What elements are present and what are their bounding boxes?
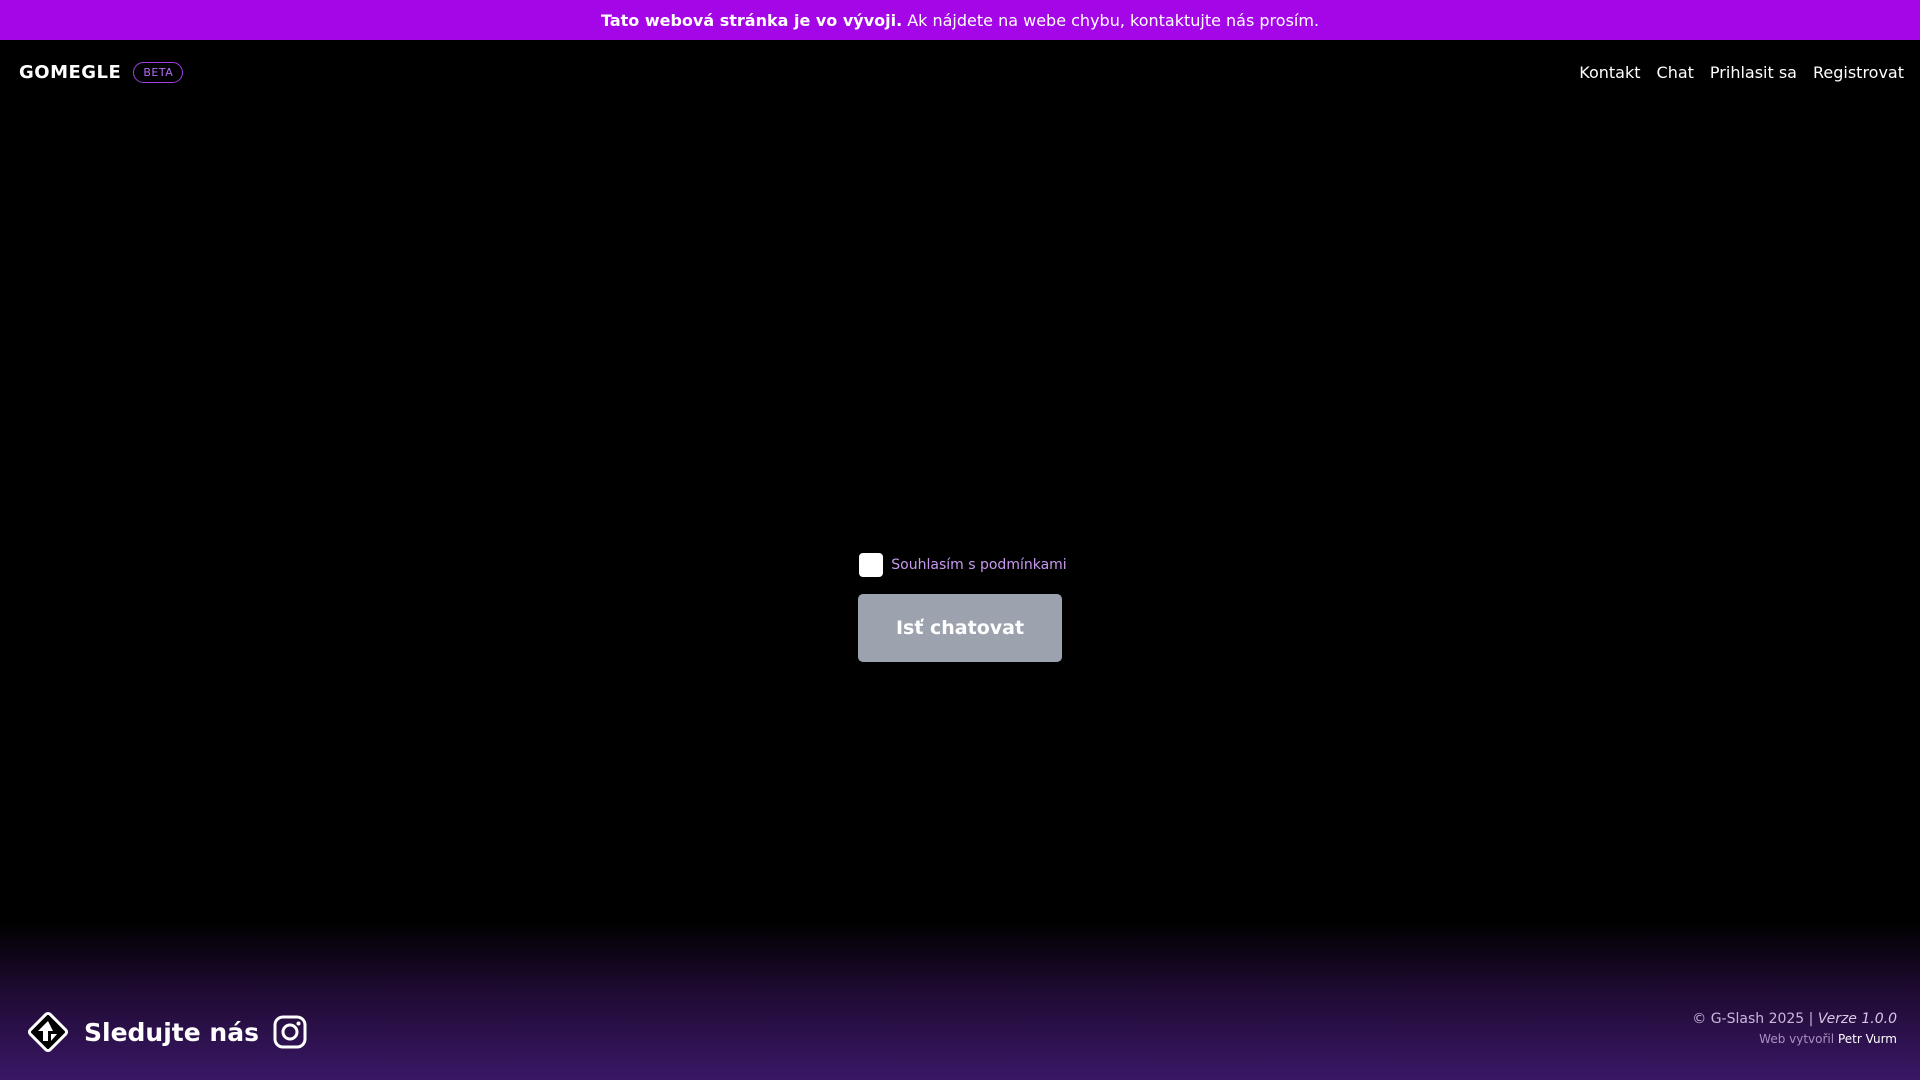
nav-link-chat[interactable]: Chat (1657, 63, 1694, 82)
terms-checkbox[interactable] (859, 553, 884, 577)
nav-link-kontakt[interactable]: Kontakt (1579, 63, 1640, 82)
start-chat-panel: Souhlasím s podmínkami Isť chatovat (0, 553, 1920, 662)
copyright-text: © G-Slash 2025 | (1692, 1011, 1814, 1027)
footer: Sledujte nás © G-Slash 2025 | Verze 1.0.… (0, 922, 1920, 1080)
terms-agree-row: Souhlasím s podmínkami (859, 553, 1067, 577)
nav-link-register[interactable]: Registrovat (1813, 63, 1904, 82)
credits: © G-Slash 2025 | Verze 1.0.0 Web vytvoři… (1692, 1011, 1897, 1046)
nav-link-login[interactable]: Prihlasit sa (1710, 63, 1797, 82)
version-text: Verze 1.0.0 (1817, 1011, 1897, 1027)
gslash-logo-icon[interactable] (24, 1008, 72, 1056)
follow-us: Sledujte nás (24, 1008, 307, 1056)
follow-us-label: Sledujte nás (84, 1017, 259, 1047)
made-by-prefix: Web vytvořil (1759, 1032, 1835, 1046)
top-navbar: GOMEGLE BETA Kontakt Chat Prihlasit sa R… (0, 40, 1920, 104)
main-nav: Kontakt Chat Prihlasit sa Registrovat (1579, 63, 1904, 82)
beta-badge: BETA (133, 61, 184, 83)
dev-notice-strong: Tato webová stránka je vo vývoji. (600, 10, 903, 30)
dev-notice-banner: Tato webová stránka je vo vývoji. Ak náj… (0, 0, 1920, 40)
start-chat-button[interactable]: Isť chatovat (858, 594, 1062, 662)
author-link[interactable]: Petr Vurm (1838, 1032, 1897, 1046)
terms-label[interactable]: Souhlasím s podmínkami (891, 557, 1066, 573)
brand: GOMEGLE BETA (19, 61, 184, 83)
made-by-line: Web vytvořil Petr Vurm (1692, 1032, 1897, 1046)
copyright-line: © G-Slash 2025 | Verze 1.0.0 (1692, 1011, 1897, 1027)
dev-notice-text: Ak nájdete na webe chybu, kontaktujte ná… (907, 10, 1320, 30)
instagram-icon[interactable] (273, 1015, 307, 1049)
site-logo[interactable]: GOMEGLE (19, 62, 121, 83)
